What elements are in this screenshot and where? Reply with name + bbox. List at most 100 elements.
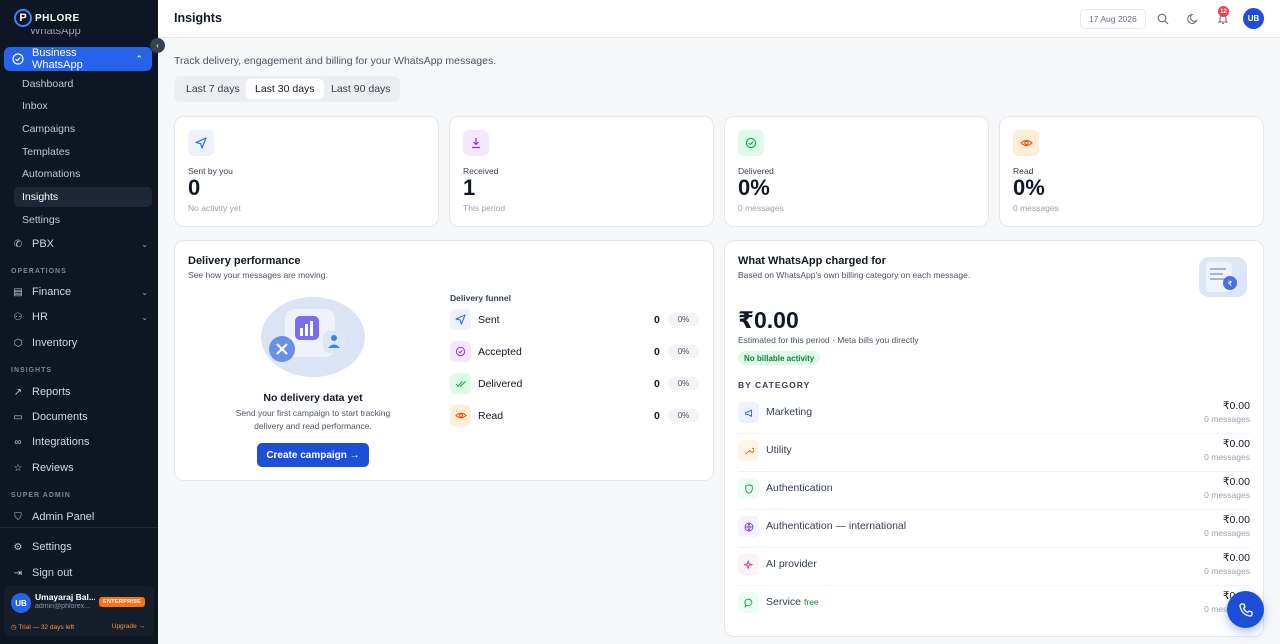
sidebar-item-business-whatsapp[interactable]: Business WhatsApp ⌃ (4, 47, 152, 71)
sidebar-item-settings[interactable]: ⚙ Settings (12, 537, 148, 557)
sidebar-item-reviews[interactable]: ☆ Reviews (12, 458, 148, 478)
sidebar-item-label: Reports (32, 386, 71, 398)
stat-card-sent: Sent by you 0 No activity yet (174, 116, 439, 227)
stat-sub: No activity yet (188, 203, 241, 213)
category-name: Marketing (766, 406, 813, 418)
check-circle-icon (738, 130, 764, 156)
create-campaign-button[interactable]: Create campaign → (257, 443, 369, 467)
sidebar-sub-campaigns[interactable]: Campaigns (22, 119, 75, 139)
funnel-name: Sent (478, 314, 500, 326)
category-row-authentication: Authentication ₹0.00 0 messages (738, 472, 1250, 510)
sidebar-sub-inbox[interactable]: Inbox (22, 96, 48, 116)
globe-icon (738, 516, 759, 537)
stat-card-delivered: Delivered 0% 0 messages (724, 116, 989, 227)
moon-icon[interactable] (1185, 11, 1201, 27)
download-icon (463, 130, 489, 156)
sidebar-item-integrations[interactable]: ∞ Integrations (12, 432, 148, 452)
funnel-percent: 0% (668, 313, 699, 326)
send-icon (188, 130, 214, 156)
funnel-name: Read (478, 410, 504, 422)
date-chip[interactable]: 17 Aug 2026 (1080, 9, 1146, 29)
brand-logo[interactable]: P PHLORE (14, 8, 80, 28)
sidebar-item-whatsapp[interactable]: WhatsApp (30, 29, 81, 37)
folder-icon: ▭ (13, 411, 23, 423)
megaphone-icon (738, 402, 759, 423)
svg-text:₹: ₹ (1228, 280, 1233, 288)
by-category-label: BY CATEGORY (738, 380, 811, 390)
section-title: Delivery performance (188, 255, 301, 267)
topbar: Insights 17 Aug 2026 12 UB (158, 0, 1280, 38)
category-row-marketing: Marketing ₹0.00 0 messages (738, 396, 1250, 434)
funnel-count: 0 (654, 346, 660, 358)
sidebar-sub-templates[interactable]: Templates (22, 142, 70, 162)
star-icon: ☆ (13, 462, 23, 474)
stat-value: 1 (463, 175, 476, 200)
gear-icon: ⚙ (13, 541, 23, 553)
category-name: Service free (766, 596, 819, 608)
sidebar-item-hr[interactable]: ⚇ HR ⌄ (12, 307, 148, 327)
status-badge: No billable activity (738, 351, 821, 365)
sidebar-item-reports[interactable]: ↗ Reports (12, 382, 148, 402)
tab-last-90-days[interactable]: Last 90 days (322, 79, 400, 99)
sidebar-item-label: Documents (32, 411, 88, 423)
sidebar-item-finance[interactable]: ▤ Finance ⌄ (12, 282, 148, 302)
user-name: Umayaraj Bal... (35, 592, 95, 602)
link-icon: ∞ (14, 436, 22, 448)
stat-value: 0% (738, 175, 770, 200)
billing-total-amount: ₹0.00 (738, 307, 799, 333)
date-range-tabs: Last 7 days Last 30 days Last 90 days (174, 76, 400, 102)
category-row-utility: Utility ₹0.00 0 messages (738, 434, 1250, 472)
eye-icon (450, 405, 471, 426)
sparkle-icon (738, 554, 759, 575)
funnel-row-sent: Sent 0 0% (450, 309, 700, 333)
wrench-icon (738, 440, 759, 461)
sidebar-sub-dashboard[interactable]: Dashboard (22, 74, 73, 94)
sidebar-item-inventory[interactable]: ⬡ Inventory (12, 333, 148, 353)
sidebar-item-documents[interactable]: ▭ Documents (12, 407, 148, 427)
upgrade-link[interactable]: Upgrade → (112, 623, 145, 630)
user-card[interactable]: UB Umayaraj Bal... admin@phlorex... ENTE… (4, 586, 154, 636)
phone-icon (1238, 602, 1253, 617)
sidebar-item-label: Integrations (32, 436, 90, 448)
page-subtitle: Track delivery, engagement and billing f… (174, 55, 497, 67)
category-name: Authentication (766, 482, 833, 494)
empty-state-description: Send your first campaign to start tracki… (235, 408, 391, 431)
sidebar-item-pbx[interactable]: ✆ PBX ⌄ (12, 234, 148, 254)
user-email: admin@phlorex... (35, 603, 90, 610)
tab-last-7-days[interactable]: Last 7 days (177, 79, 249, 99)
plan-badge: ENTERPRISE (99, 597, 146, 607)
chat-icon (738, 592, 759, 613)
phone-icon: ✆ (13, 238, 23, 250)
category-row-service: Servicefree ₹0.00 0 messages (738, 586, 1250, 624)
trend-icon: ↗ (13, 386, 23, 398)
sidebar-item-label: Inventory (32, 337, 78, 349)
billing-note: Estimated for this period · Meta bills y… (738, 335, 919, 345)
search-icon[interactable] (1155, 11, 1171, 27)
stat-card-received: Received 1 This period (449, 116, 714, 227)
page-title: Insights (174, 11, 222, 25)
empty-state-title: No delivery data yet (263, 392, 363, 404)
call-button[interactable] (1227, 591, 1264, 628)
category-name: AI provider (766, 558, 817, 570)
category-messages: 0 messages (1204, 414, 1250, 424)
section-label-insights: INSIGHTS (11, 367, 53, 374)
sidebar-item-label: Reviews (32, 462, 74, 474)
sidebar-sub-automations[interactable]: Automations (22, 164, 80, 184)
sidebar-item-label: Sign out (32, 567, 73, 579)
section-description: See how your messages are moving. (188, 270, 328, 280)
free-tag: free (804, 597, 819, 607)
funnel-percent: 0% (668, 377, 699, 390)
sidebar-sub-insights[interactable]: Insights (14, 187, 152, 207)
sidebar-sub-settings[interactable]: Settings (22, 210, 60, 230)
sidebar-item-sign-out[interactable]: ⇥ Sign out (12, 563, 148, 583)
funnel-row-delivered: Delivered 0 0% (450, 373, 700, 397)
trial-status: ◷ Trial — 32 days left (11, 624, 75, 631)
sidebar-item-admin-panel[interactable]: ⛉ Admin Panel (12, 507, 148, 527)
funnel-count: 0 (654, 314, 660, 326)
funnel-label: Delivery funnel (450, 293, 511, 303)
sidebar-item-label: Settings (32, 541, 72, 553)
collapse-sidebar-button[interactable]: ‹ (150, 38, 165, 53)
avatar[interactable]: UB (1243, 8, 1264, 29)
billing-card: What WhatsApp charged for Based on Whats… (724, 240, 1264, 637)
tab-last-30-days[interactable]: Last 30 days (246, 79, 324, 99)
